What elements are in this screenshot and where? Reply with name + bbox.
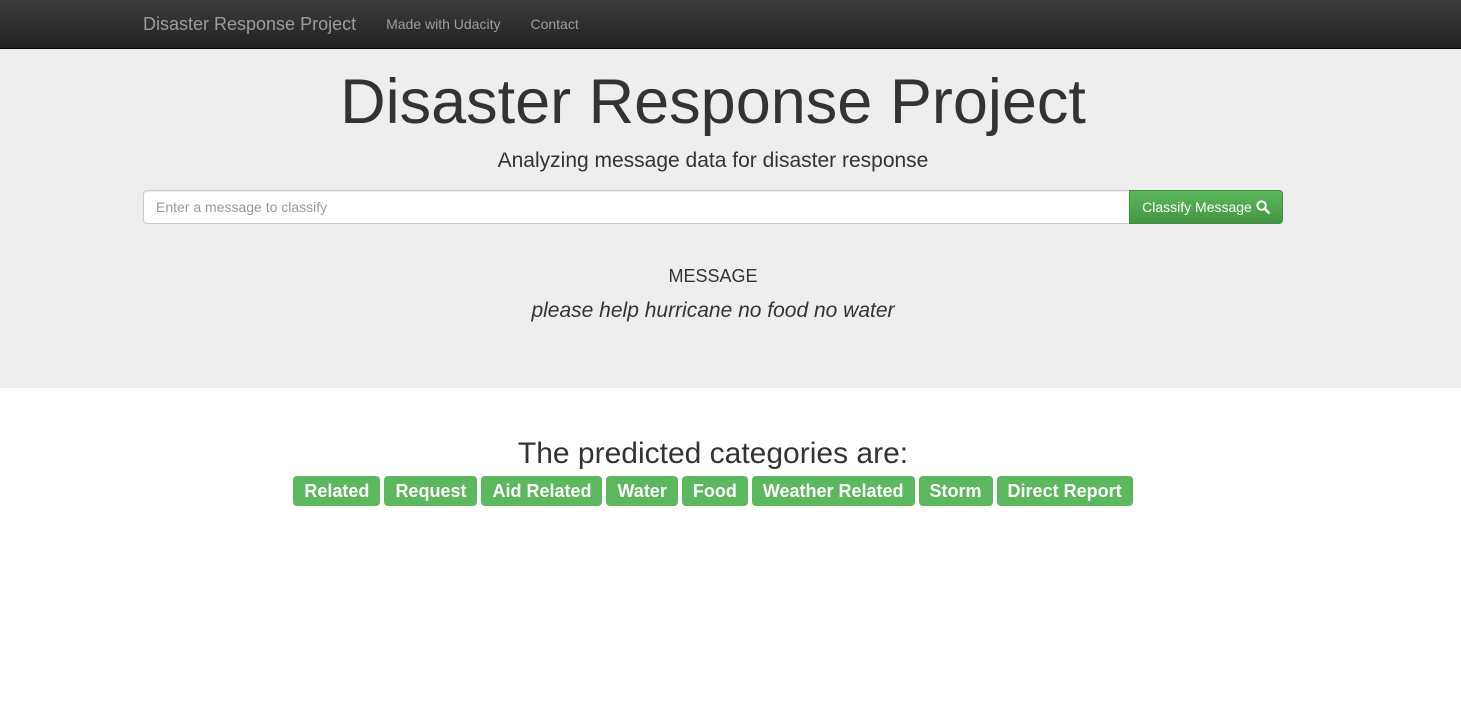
page-subtitle: Analyzing message data for disaster resp… xyxy=(497,149,929,172)
category-badge: Water xyxy=(606,476,678,506)
category-badge: Weather Related xyxy=(751,476,915,506)
message-heading: MESSAGE xyxy=(668,266,758,286)
navbar-brand-link[interactable]: Disaster Response Project xyxy=(143,14,356,35)
jumbotron: Disaster Response Project Analyzing mess… xyxy=(0,49,1461,388)
nav-link-contact[interactable]: Contact xyxy=(530,16,578,32)
search-icon xyxy=(1256,200,1270,214)
category-badge: Direct Report xyxy=(996,476,1133,506)
category-badge: Storm xyxy=(918,476,993,506)
classified-message-text: please help hurricane no food no water xyxy=(531,299,895,322)
predicted-categories-heading: The predicted categories are: xyxy=(517,437,909,470)
classify-message-button[interactable]: Classify Message xyxy=(1129,190,1283,224)
category-badge: Food xyxy=(681,476,748,506)
predicted-categories-list: Related Request Aid Related Water Food W… xyxy=(0,476,1426,506)
message-input[interactable] xyxy=(143,190,1129,224)
classify-form: Classify Message xyxy=(143,190,1283,224)
category-badge: Related xyxy=(293,476,381,506)
page-title: Disaster Response Project xyxy=(340,67,1086,137)
navbar-container: Disaster Response Project Made with Udac… xyxy=(143,0,609,48)
category-badge: Request xyxy=(384,476,478,506)
category-badge: Aid Related xyxy=(481,476,603,506)
classify-button-label: Classify Message xyxy=(1142,199,1252,215)
nav-link-made-with-udacity[interactable]: Made with Udacity xyxy=(386,16,500,32)
top-navbar: Disaster Response Project Made with Udac… xyxy=(0,0,1461,49)
